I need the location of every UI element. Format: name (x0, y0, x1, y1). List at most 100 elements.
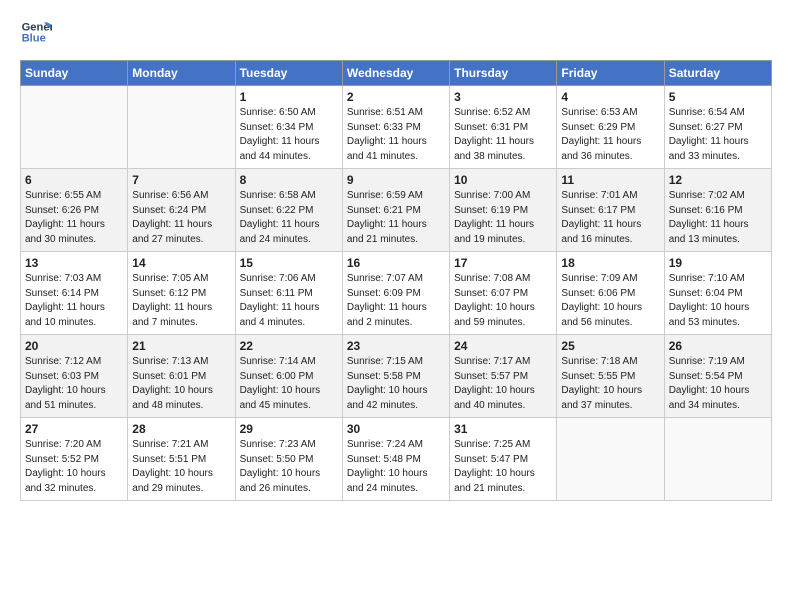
calendar-day-cell: 13 Sunrise: 7:03 AM Sunset: 6:14 PM Dayli… (21, 252, 128, 335)
day-info: Sunrise: 7:08 AM Sunset: 6:07 PM Dayligh… (454, 272, 552, 330)
day-info: Sunrise: 6:54 AM Sunset: 6:27 PM Dayligh… (669, 106, 767, 164)
calendar-day-cell: 17 Sunrise: 7:08 AM Sunset: 6:07 PM Dayli… (450, 252, 557, 335)
day-info: Sunrise: 7:00 AM Sunset: 6:19 PM Dayligh… (454, 189, 552, 247)
day-info: Sunrise: 7:07 AM Sunset: 6:09 PM Dayligh… (347, 272, 445, 330)
calendar-day-cell: 8Sunrise: 6:58 AM Sunset: 6:22 PM Daylig… (235, 169, 342, 252)
day-info: Sunrise: 7:21 AM Sunset: 5:51 PM Dayligh… (132, 438, 230, 496)
day-number: 13 (25, 256, 123, 270)
calendar-day-cell: 1 Sunrise: 6:50 AM Sunset: 6:34 PM Daylig… (235, 86, 342, 169)
day-info: Sunrise: 7:23 AM Sunset: 5:50 PM Dayligh… (240, 438, 338, 496)
calendar-day-cell: 12Sunrise: 7:02 AM Sunset: 6:16 PM Dayli… (664, 169, 771, 252)
calendar-day-cell: 7 Sunrise: 6:56 AM Sunset: 6:24 PM Daylig… (128, 169, 235, 252)
day-info: Sunrise: 7:03 AM Sunset: 6:14 PM Dayligh… (25, 272, 123, 330)
day-number: 19 (669, 256, 767, 270)
calendar-day-cell: 3Sunrise: 6:52 AM Sunset: 6:31 PM Daylig… (450, 86, 557, 169)
day-info: Sunrise: 7:02 AM Sunset: 6:16 PM Dayligh… (669, 189, 767, 247)
day-number: 16 (347, 256, 445, 270)
day-info: Sunrise: 6:55 AM Sunset: 6:26 PM Dayligh… (25, 189, 123, 247)
day-number: 24 (454, 339, 552, 353)
day-info: Sunrise: 7:18 AM Sunset: 5:55 PM Dayligh… (561, 355, 659, 413)
calendar-day-cell: 29 Sunrise: 7:23 AM Sunset: 5:50 PM Dayli… (235, 418, 342, 501)
calendar-day-cell: 26 Sunrise: 7:19 AM Sunset: 5:54 PM Dayli… (664, 335, 771, 418)
calendar-week-row: 1 Sunrise: 6:50 AM Sunset: 6:34 PM Daylig… (21, 86, 772, 169)
day-info: Sunrise: 6:59 AM Sunset: 6:21 PM Dayligh… (347, 189, 445, 247)
calendar-day-cell: 28Sunrise: 7:21 AM Sunset: 5:51 PM Dayli… (128, 418, 235, 501)
calendar-day-cell: 10Sunrise: 7:00 AM Sunset: 6:19 PM Dayli… (450, 169, 557, 252)
day-info: Sunrise: 7:17 AM Sunset: 5:57 PM Dayligh… (454, 355, 552, 413)
day-number: 22 (240, 339, 338, 353)
svg-text:Blue: Blue (22, 33, 46, 45)
day-number: 31 (454, 422, 552, 436)
logo: General Blue (20, 16, 56, 48)
day-number: 23 (347, 339, 445, 353)
calendar-day-cell: 20Sunrise: 7:12 AM Sunset: 6:03 PM Dayli… (21, 335, 128, 418)
calendar-week-row: 13 Sunrise: 7:03 AM Sunset: 6:14 PM Dayli… (21, 252, 772, 335)
day-info: Sunrise: 6:50 AM Sunset: 6:34 PM Dayligh… (240, 106, 338, 164)
day-info: Sunrise: 7:20 AM Sunset: 5:52 PM Dayligh… (25, 438, 123, 496)
calendar-day-cell: 4 Sunrise: 6:53 AM Sunset: 6:29 PM Daylig… (557, 86, 664, 169)
day-number: 5 (669, 90, 767, 104)
calendar-week-row: 27 Sunrise: 7:20 AM Sunset: 5:52 PM Dayli… (21, 418, 772, 501)
calendar-day-cell: 14 Sunrise: 7:05 AM Sunset: 6:12 PM Dayli… (128, 252, 235, 335)
weekday-header-cell: Wednesday (342, 61, 449, 86)
day-number: 11 (561, 173, 659, 187)
calendar-day-cell (128, 86, 235, 169)
day-number: 17 (454, 256, 552, 270)
calendar-week-row: 6 Sunrise: 6:55 AM Sunset: 6:26 PM Daylig… (21, 169, 772, 252)
calendar-day-cell: 30Sunrise: 7:24 AM Sunset: 5:48 PM Dayli… (342, 418, 449, 501)
calendar-day-cell: 24 Sunrise: 7:17 AM Sunset: 5:57 PM Dayli… (450, 335, 557, 418)
day-info: Sunrise: 6:58 AM Sunset: 6:22 PM Dayligh… (240, 189, 338, 247)
day-number: 6 (25, 173, 123, 187)
calendar-day-cell: 11 Sunrise: 7:01 AM Sunset: 6:17 PM Dayli… (557, 169, 664, 252)
weekday-header-cell: Monday (128, 61, 235, 86)
day-number: 14 (132, 256, 230, 270)
day-number: 21 (132, 339, 230, 353)
calendar-day-cell: 21 Sunrise: 7:13 AM Sunset: 6:01 PM Dayli… (128, 335, 235, 418)
calendar-day-cell: 16 Sunrise: 7:07 AM Sunset: 6:09 PM Dayli… (342, 252, 449, 335)
day-info: Sunrise: 7:06 AM Sunset: 6:11 PM Dayligh… (240, 272, 338, 330)
day-info: Sunrise: 7:10 AM Sunset: 6:04 PM Dayligh… (669, 272, 767, 330)
calendar-day-cell: 5 Sunrise: 6:54 AM Sunset: 6:27 PM Daylig… (664, 86, 771, 169)
weekday-header-cell: Thursday (450, 61, 557, 86)
day-info: Sunrise: 7:13 AM Sunset: 6:01 PM Dayligh… (132, 355, 230, 413)
calendar-table: SundayMondayTuesdayWednesdayThursdayFrid… (20, 60, 772, 501)
day-number: 1 (240, 90, 338, 104)
calendar-day-cell: 23 Sunrise: 7:15 AM Sunset: 5:58 PM Dayli… (342, 335, 449, 418)
day-info: Sunrise: 7:19 AM Sunset: 5:54 PM Dayligh… (669, 355, 767, 413)
weekday-header-cell: Saturday (664, 61, 771, 86)
day-info: Sunrise: 6:53 AM Sunset: 6:29 PM Dayligh… (561, 106, 659, 164)
calendar-day-cell: 15 Sunrise: 7:06 AM Sunset: 6:11 PM Dayli… (235, 252, 342, 335)
calendar-day-cell: 6 Sunrise: 6:55 AM Sunset: 6:26 PM Daylig… (21, 169, 128, 252)
day-info: Sunrise: 7:15 AM Sunset: 5:58 PM Dayligh… (347, 355, 445, 413)
day-info: Sunrise: 6:56 AM Sunset: 6:24 PM Dayligh… (132, 189, 230, 247)
calendar-day-cell: 22 Sunrise: 7:14 AM Sunset: 6:00 PM Dayli… (235, 335, 342, 418)
day-number: 7 (132, 173, 230, 187)
day-info: Sunrise: 7:09 AM Sunset: 6:06 PM Dayligh… (561, 272, 659, 330)
day-info: Sunrise: 7:05 AM Sunset: 6:12 PM Dayligh… (132, 272, 230, 330)
day-info: Sunrise: 7:01 AM Sunset: 6:17 PM Dayligh… (561, 189, 659, 247)
day-number: 9 (347, 173, 445, 187)
calendar-week-row: 20Sunrise: 7:12 AM Sunset: 6:03 PM Dayli… (21, 335, 772, 418)
day-info: Sunrise: 6:51 AM Sunset: 6:33 PM Dayligh… (347, 106, 445, 164)
day-info: Sunrise: 7:14 AM Sunset: 6:00 PM Dayligh… (240, 355, 338, 413)
day-number: 25 (561, 339, 659, 353)
day-number: 15 (240, 256, 338, 270)
calendar-day-cell: 25 Sunrise: 7:18 AM Sunset: 5:55 PM Dayli… (557, 335, 664, 418)
day-number: 27 (25, 422, 123, 436)
day-number: 2 (347, 90, 445, 104)
day-number: 18 (561, 256, 659, 270)
day-number: 29 (240, 422, 338, 436)
logo-icon: General Blue (20, 16, 52, 48)
page-header: General Blue (20, 16, 772, 48)
calendar-day-cell (664, 418, 771, 501)
day-number: 26 (669, 339, 767, 353)
day-info: Sunrise: 7:25 AM Sunset: 5:47 PM Dayligh… (454, 438, 552, 496)
calendar-day-cell: 27 Sunrise: 7:20 AM Sunset: 5:52 PM Dayli… (21, 418, 128, 501)
day-number: 3 (454, 90, 552, 104)
day-number: 4 (561, 90, 659, 104)
calendar-day-cell (557, 418, 664, 501)
calendar-day-cell: 18 Sunrise: 7:09 AM Sunset: 6:06 PM Dayli… (557, 252, 664, 335)
calendar-day-cell: 31 Sunrise: 7:25 AM Sunset: 5:47 PM Dayli… (450, 418, 557, 501)
day-number: 30 (347, 422, 445, 436)
day-info: Sunrise: 7:12 AM Sunset: 6:03 PM Dayligh… (25, 355, 123, 413)
